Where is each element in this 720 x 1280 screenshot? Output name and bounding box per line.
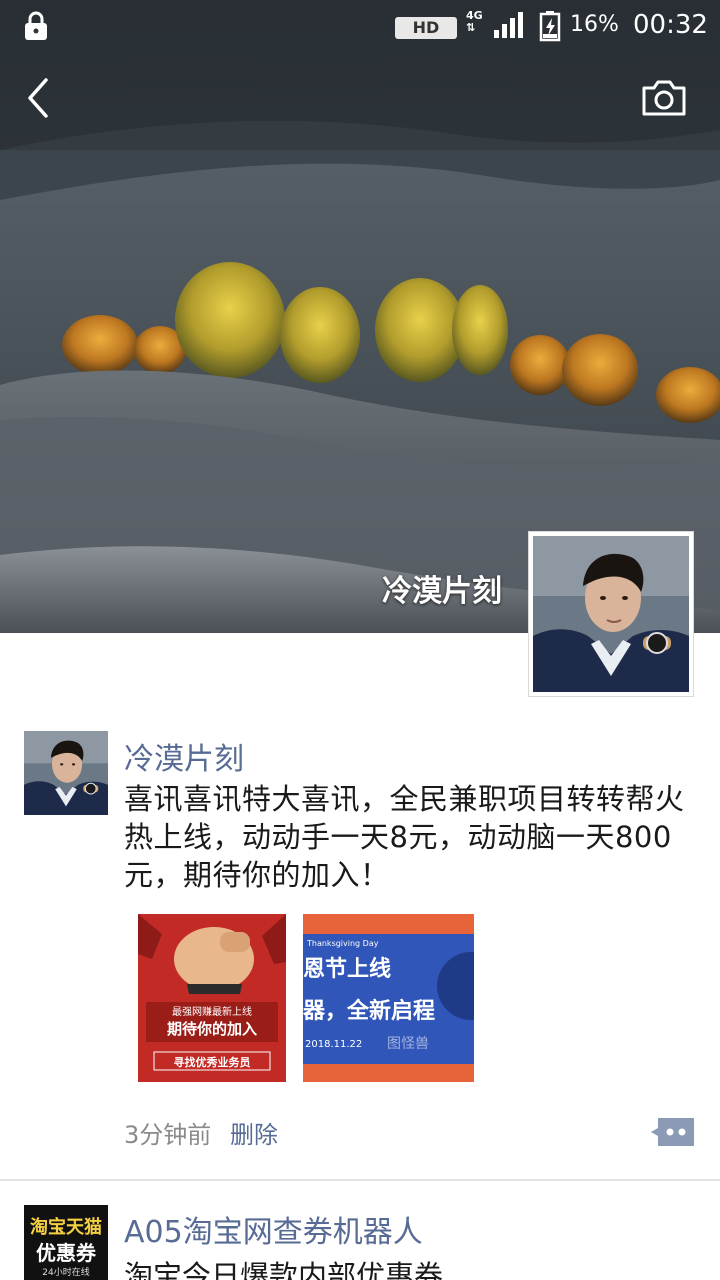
camera-icon[interactable] (640, 78, 688, 118)
network-type-label: 4G ⇅ (466, 10, 488, 40)
post-text: 淘宝今日爆款内部优惠券 (124, 1259, 444, 1280)
profile-avatar-image (533, 536, 689, 692)
poster-line1: 最强网赚最新上线 (172, 1005, 252, 1018)
delete-link[interactable]: 删除 (230, 1115, 278, 1150)
clock: 00:32 (633, 10, 708, 40)
data-arrows-icon: ⇅ (466, 21, 476, 34)
status-bar: HD 4G ⇅ 16% 00:32 (0, 0, 720, 52)
post-image-1[interactable]: 最强网赚最新上线 期待你的加入 寻找优秀业务员 (132, 914, 292, 1082)
post-image-grid: 最强网赚最新上线 期待你的加入 寻找优秀业务员 Thanksgiving Day… (124, 914, 484, 1084)
poster-line2: 期待你的加入 (167, 1020, 257, 1038)
battery-charging-icon (539, 11, 561, 42)
post-author-name[interactable]: A05淘宝网查券机器人 (124, 1207, 423, 1251)
avatar-text-line3: 24小时在线 (42, 1268, 90, 1278)
post-timestamp: 3分钟前 (124, 1121, 212, 1149)
banner-date: 2018.11.22 (305, 1039, 362, 1050)
avatar-text-line1: 淘宝天猫 (30, 1217, 102, 1238)
post-author-name[interactable]: 冷漠片刻 (124, 734, 244, 778)
poster-line3: 寻找优秀业务员 (174, 1055, 251, 1069)
banner-line1: 恩节上线 (303, 956, 391, 982)
moments-screen: HD 4G ⇅ 16% 00:32 冷漠片刻 冷漠片刻 喜讯喜讯特大喜讯，全民兼… (0, 0, 720, 1280)
profile-avatar[interactable] (528, 531, 694, 697)
avatar-text-line2: 优惠券 (36, 1241, 96, 1265)
hd-badge: HD (395, 17, 457, 39)
post-text: 喜讯喜讯特大喜讯，全民兼职项目转转帮火热上线，动动手一天8元，动动脑一天800元… (124, 782, 685, 892)
thanksgiving-banner-image: Thanksgiving Day 恩节上线 器，全新启程 2018.11.22 … (303, 914, 474, 1082)
banner-watermark: 图怪兽 (387, 1036, 429, 1052)
moment-post: 冷漠片刻 喜讯喜讯特大喜讯，全民兼职项目转转帮火热上线，动动手一天8元，动动脑一… (0, 728, 720, 1180)
battery-percent: 16% (570, 12, 619, 37)
lock-icon (25, 11, 47, 40)
recruitment-poster-image: 最强网赚最新上线 期待你的加入 寻找优秀业务员 (132, 914, 292, 1082)
post-image-2[interactable]: Thanksgiving Day 恩节上线 器，全新启程 2018.11.22 … (303, 914, 474, 1082)
back-arrow-icon[interactable] (22, 74, 56, 122)
comment-more-icon[interactable] (650, 1116, 696, 1148)
post-author-avatar-image (24, 731, 108, 815)
banner-line2: 器，全新启程 (303, 998, 435, 1024)
banner-small-text: Thanksgiving Day (306, 939, 379, 948)
post-author-avatar[interactable] (24, 731, 108, 815)
moment-post: 淘宝天猫 优惠券 24小时在线 A05淘宝网查券机器人 淘宝今日爆款内部优惠券 (0, 1180, 720, 1280)
signal-icon (494, 12, 523, 38)
post-author-avatar[interactable]: 淘宝天猫 优惠券 24小时在线 (24, 1205, 108, 1280)
profile-name[interactable]: 冷漠片刻 (382, 566, 502, 610)
